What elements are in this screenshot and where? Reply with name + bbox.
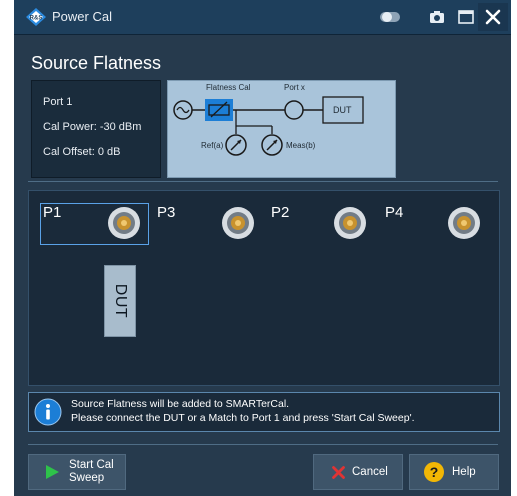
power-cal-dialog: R&S Power Cal Source Flatness Port 1 Cal… — [14, 0, 511, 496]
separator — [28, 181, 498, 182]
window-title: Power Cal — [52, 9, 112, 24]
help-button[interactable]: ? Help — [409, 454, 499, 490]
port-info-box: Port 1 Cal Power: -30 dBm Cal Offset: 0 … — [31, 80, 161, 178]
help-label: Help — [452, 466, 476, 478]
schematic-drawing — [173, 96, 364, 156]
port-label-p2: P2 — [271, 204, 290, 221]
toggle-icon[interactable] — [378, 6, 402, 28]
diagram-dut-label: DUT — [333, 105, 352, 115]
camera-icon[interactable] — [427, 6, 447, 28]
flatness-cal-diagram: Flatness Cal Port x DUT Ref(a) Meas(b) — [167, 80, 396, 178]
start-cal-label-line2: Sweep — [69, 472, 105, 484]
port-x-label: Port x — [284, 83, 305, 92]
flatness-cal-label: Flatness Cal — [206, 83, 251, 92]
port-label-p4: P4 — [385, 204, 404, 221]
separator — [28, 444, 498, 445]
cancel-button[interactable]: Cancel — [313, 454, 403, 490]
cal-offset-label: Cal Offset: 0 dB — [43, 146, 121, 158]
play-icon — [46, 465, 59, 479]
meas-label: Meas(b) — [286, 141, 316, 150]
message-line-1: Source Flatness will be added to SMARTer… — [71, 398, 290, 410]
port-2-connector-icon[interactable] — [333, 206, 367, 240]
start-cal-label-line1: Start Cal — [69, 459, 114, 471]
port-4-connector-icon[interactable] — [447, 206, 481, 240]
help-icon: ? — [424, 462, 444, 482]
port-3-connector-icon[interactable] — [221, 206, 255, 240]
dut-label: DUT — [112, 283, 129, 319]
port-1-connector-icon[interactable] — [107, 206, 141, 240]
cancel-x-icon — [332, 466, 345, 479]
start-cal-sweep-button[interactable]: Start Cal Sweep — [28, 454, 126, 490]
dut-block[interactable]: DUT — [104, 265, 136, 337]
cancel-label: Cancel — [352, 466, 388, 478]
ref-label: Ref(a) — [201, 141, 224, 150]
port-label-p1: P1 — [43, 204, 62, 221]
info-message-box: Source Flatness will be added to SMARTer… — [28, 392, 500, 432]
port-label: Port 1 — [43, 96, 73, 108]
title-bar: R&S Power Cal — [14, 0, 511, 35]
port-label-p3: P3 — [157, 204, 176, 221]
close-icon[interactable] — [478, 3, 508, 31]
port-x-icon — [284, 100, 304, 120]
info-icon — [34, 398, 62, 426]
rohde-schwarz-logo-icon: R&S — [26, 8, 46, 26]
maximize-icon[interactable] — [456, 6, 476, 28]
svg-text:R&S: R&S — [30, 16, 43, 22]
port-setup-panel: P1 P3 P2 P4 DUT — [28, 190, 500, 386]
message-line-2: Please connect the DUT or a Match to Por… — [71, 412, 415, 424]
page-title: Source Flatness — [31, 53, 162, 73]
cal-power-label: Cal Power: -30 dBm — [43, 121, 142, 133]
svg-text:?: ? — [430, 464, 439, 480]
